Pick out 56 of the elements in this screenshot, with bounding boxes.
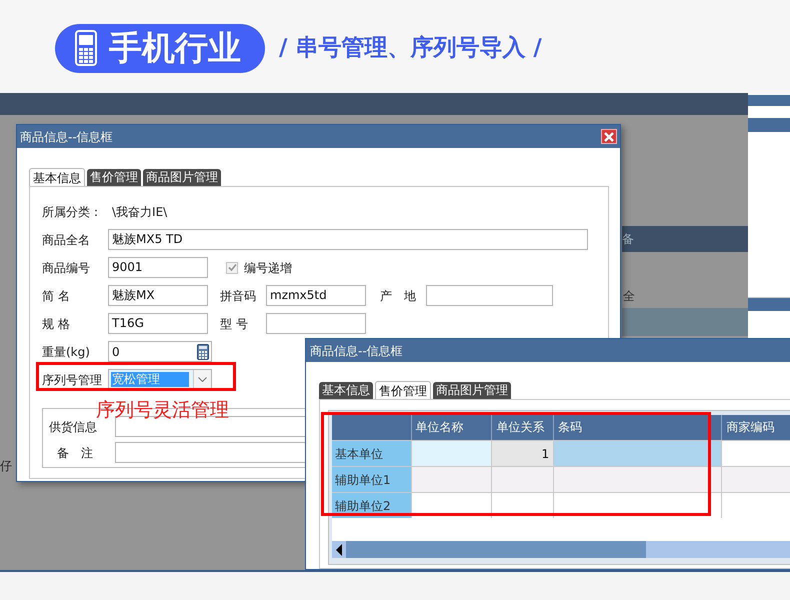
tab[interactable]: 售价管理 (375, 381, 431, 399)
field-label: 简 名 (42, 288, 71, 304)
close-icon (604, 132, 614, 142)
category-path: \我奋力IE\ (112, 204, 168, 220)
banner-title: 手机行业 (109, 27, 241, 70)
checkbox-label: 编号递增 (244, 260, 292, 276)
table-cell[interactable] (554, 441, 722, 466)
table-cell[interactable] (722, 441, 790, 466)
row-header[interactable]: 辅助单位1 (332, 467, 412, 492)
table-cell[interactable] (554, 467, 722, 492)
table-cell[interactable] (412, 467, 492, 492)
field-label: 产 地 (380, 288, 417, 304)
column-header: 备 (622, 231, 634, 248)
table-cell[interactable] (492, 467, 554, 492)
table-cell[interactable] (722, 467, 790, 492)
field-label: 拼音码 (220, 288, 257, 304)
input-field[interactable]: 魅族MX5 TD (108, 229, 588, 250)
field-label: 商品全名 (42, 232, 91, 248)
chevron-down-icon (198, 377, 207, 382)
banner-subtitle: / 串号管理、序列号导入 / (279, 34, 542, 63)
window-title: 商品信息--信息框 (310, 342, 403, 360)
tab[interactable]: 商品图片管理 (143, 169, 221, 186)
field-label: 重量(kg) (42, 344, 91, 360)
input-field[interactable] (266, 313, 366, 334)
input-field[interactable]: T16G (108, 313, 208, 334)
input-field[interactable]: 魅族MX (108, 285, 208, 306)
field-label: 供货信息 (49, 418, 98, 436)
tab[interactable]: 商品图片管理 (433, 382, 511, 399)
tab[interactable]: 基本信息 (29, 168, 85, 186)
field-label: 规 格 (42, 316, 71, 332)
window-title: 商品信息--信息框 (20, 128, 113, 146)
phone-icon (75, 30, 97, 66)
field-label: 序列号管理 (42, 372, 103, 388)
input-field[interactable] (426, 285, 553, 306)
check-icon (228, 263, 236, 272)
horizontal-scrollbar[interactable] (332, 541, 790, 558)
field-label: 所属分类： (42, 204, 103, 220)
table-cell-text: 仔 (0, 458, 12, 475)
number-field[interactable]: 0 (108, 341, 212, 362)
field-label: 型 号 (220, 316, 249, 332)
tab[interactable]: 售价管理 (87, 169, 141, 186)
row-header[interactable]: 基本单位 (332, 441, 412, 466)
field-label: 备 注 (57, 444, 94, 462)
table-cell[interactable] (722, 493, 790, 518)
close-button[interactable] (601, 129, 617, 144)
calculator-icon (197, 344, 209, 360)
field-label: 商品编号 (42, 260, 91, 276)
table-cell-text: 全 (623, 288, 635, 305)
table-cell[interactable] (412, 441, 492, 466)
column-header: 商家编码 (722, 415, 790, 440)
input-field[interactable]: mzmx5td (266, 285, 366, 306)
input-field[interactable]: 9001 (108, 257, 208, 278)
table-cell[interactable]: 1 (492, 441, 554, 466)
left-arrow-icon (336, 544, 342, 556)
annotation-text: 序列号灵活管理 (96, 398, 229, 421)
tab[interactable]: 基本信息 (319, 382, 373, 399)
